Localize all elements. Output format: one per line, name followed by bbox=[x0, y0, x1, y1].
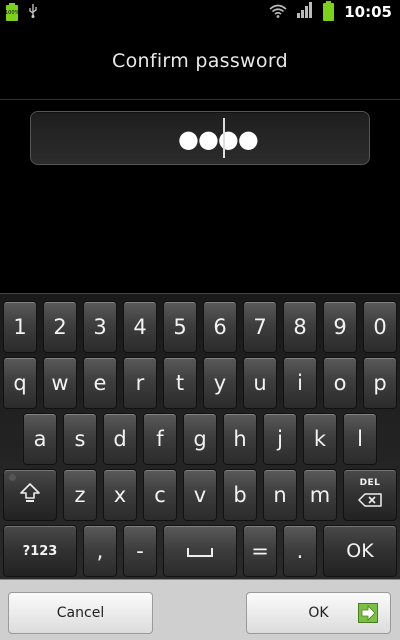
delete-key[interactable]: DEL bbox=[343, 469, 397, 521]
key-o[interactable]: o bbox=[323, 357, 357, 409]
page-title: Confirm password bbox=[112, 50, 288, 72]
equals-key[interactable]: = bbox=[243, 525, 277, 577]
backspace-icon bbox=[358, 490, 382, 511]
ok-button-label: OK bbox=[308, 605, 329, 621]
cancel-button[interactable]: Cancel bbox=[8, 592, 153, 634]
key-6[interactable]: 6 bbox=[203, 301, 237, 353]
key-0[interactable]: 0 bbox=[363, 301, 397, 353]
key-t[interactable]: t bbox=[163, 357, 197, 409]
key-3[interactable]: 3 bbox=[83, 301, 117, 353]
key-i[interactable]: i bbox=[283, 357, 317, 409]
space-key[interactable] bbox=[163, 525, 237, 577]
symbols-key[interactable]: ?123 bbox=[3, 525, 77, 577]
key-d[interactable]: d bbox=[103, 413, 137, 465]
key-u[interactable]: u bbox=[243, 357, 277, 409]
key-j[interactable]: j bbox=[263, 413, 297, 465]
key-p[interactable]: p bbox=[363, 357, 397, 409]
clock: 10:05 bbox=[344, 3, 392, 21]
text-cursor bbox=[223, 118, 225, 158]
status-bar: 100% 10:05 bbox=[0, 0, 400, 25]
key-s[interactable]: s bbox=[63, 413, 97, 465]
key-k[interactable]: k bbox=[303, 413, 337, 465]
header-divider bbox=[0, 99, 400, 100]
shift-key[interactable] bbox=[3, 469, 57, 521]
dialog-header: Confirm password bbox=[0, 25, 400, 99]
key-a[interactable]: a bbox=[23, 413, 57, 465]
key-f[interactable]: f bbox=[143, 413, 177, 465]
space-icon bbox=[187, 539, 213, 563]
key-n[interactable]: n bbox=[263, 469, 297, 521]
cancel-button-label: Cancel bbox=[56, 605, 105, 621]
wifi-icon bbox=[269, 3, 287, 22]
key-q[interactable]: q bbox=[3, 357, 37, 409]
soft-keyboard: 1 2 3 4 5 6 7 8 9 0 q w e r t y u i o p … bbox=[0, 293, 400, 579]
key-2[interactable]: 2 bbox=[43, 301, 77, 353]
key-v[interactable]: v bbox=[183, 469, 217, 521]
keyboard-ok-key[interactable]: OK bbox=[323, 525, 397, 577]
key-1[interactable]: 1 bbox=[3, 301, 37, 353]
key-x[interactable]: x bbox=[103, 469, 137, 521]
period-key[interactable]: . bbox=[283, 525, 317, 577]
key-8[interactable]: 8 bbox=[283, 301, 317, 353]
key-9[interactable]: 9 bbox=[323, 301, 357, 353]
key-4[interactable]: 4 bbox=[123, 301, 157, 353]
bottom-button-bar: Cancel OK bbox=[0, 579, 400, 640]
key-7[interactable]: 7 bbox=[243, 301, 277, 353]
comma-key[interactable]: , bbox=[83, 525, 117, 577]
key-e[interactable]: e bbox=[83, 357, 117, 409]
signal-icon bbox=[297, 2, 313, 22]
battery-small-label: 100% bbox=[5, 9, 20, 16]
password-input[interactable]: ●●●● bbox=[30, 111, 370, 165]
key-h[interactable]: h bbox=[223, 413, 257, 465]
key-z[interactable]: z bbox=[63, 469, 97, 521]
shift-indicator bbox=[9, 474, 16, 481]
shift-icon bbox=[19, 482, 41, 509]
key-g[interactable]: g bbox=[183, 413, 217, 465]
next-arrow-icon bbox=[358, 603, 378, 623]
key-w[interactable]: w bbox=[43, 357, 77, 409]
key-l[interactable]: l bbox=[343, 413, 377, 465]
battery-icon bbox=[323, 1, 335, 21]
key-c[interactable]: c bbox=[143, 469, 177, 521]
battery-small-icon: 100% bbox=[5, 2, 20, 21]
ok-button[interactable]: OK bbox=[246, 592, 391, 634]
delete-key-label: DEL bbox=[359, 478, 381, 488]
key-r[interactable]: r bbox=[123, 357, 157, 409]
key-y[interactable]: y bbox=[203, 357, 237, 409]
key-b[interactable]: b bbox=[223, 469, 257, 521]
key-5[interactable]: 5 bbox=[163, 301, 197, 353]
dash-key[interactable]: - bbox=[123, 525, 157, 577]
password-masked-value: ●●●● bbox=[178, 125, 259, 153]
key-m[interactable]: m bbox=[303, 469, 337, 521]
usb-icon bbox=[28, 4, 38, 21]
